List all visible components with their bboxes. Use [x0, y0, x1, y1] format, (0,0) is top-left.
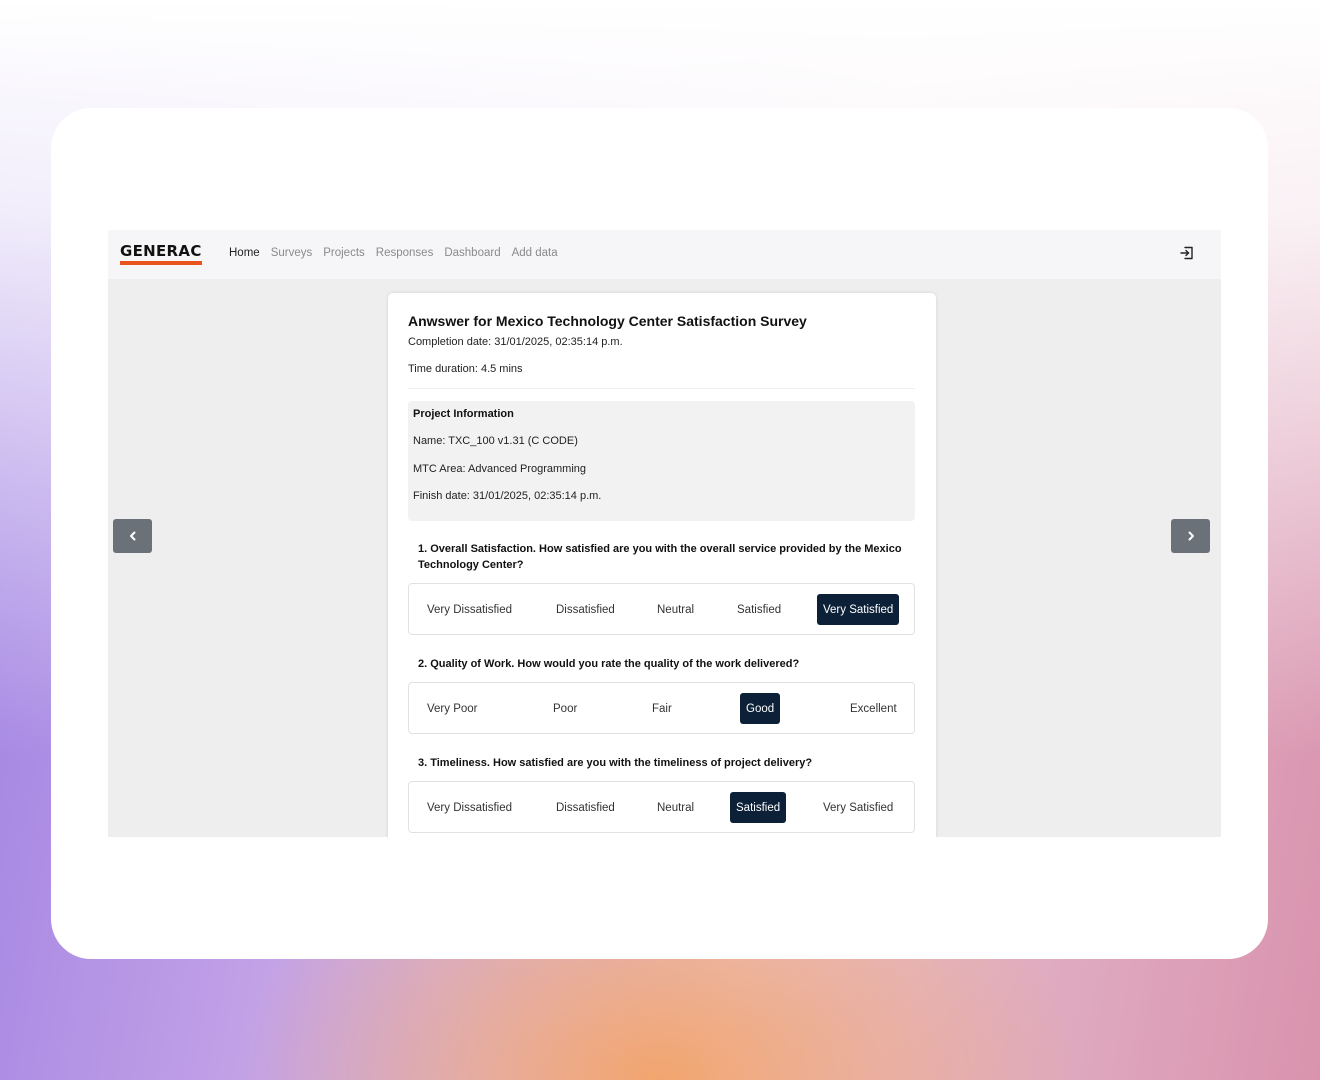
nav-home[interactable]: Home	[229, 247, 260, 259]
q1-option-very-satisfied[interactable]: Very Satisfied	[817, 594, 900, 625]
next-button[interactable]	[1171, 519, 1210, 553]
logo-underline	[120, 261, 202, 265]
project-information: Project Information Name: TXC_100 v1.31 …	[408, 401, 915, 521]
project-finish-date: Finish date: 31/01/2025, 02:35:14 p.m.	[413, 490, 602, 502]
navbar: GENERAC Home Surveys Projects Responses …	[108, 230, 1221, 279]
prev-button[interactable]	[113, 519, 152, 553]
nav-links: Home Surveys Projects Responses Dashboar…	[229, 247, 569, 259]
q2-option-good[interactable]: Good	[740, 693, 781, 724]
nav-dashboard[interactable]: Dashboard	[444, 247, 500, 259]
completion-date: Completion date: 31/01/2025, 02:35:14 p.…	[408, 336, 623, 348]
q1-option-neutral[interactable]: Neutral	[651, 594, 700, 625]
page-title: Anwswer for Mexico Technology Center Sat…	[408, 313, 807, 329]
nav-projects[interactable]: Projects	[323, 247, 365, 259]
q3-option-very-dissatisfied[interactable]: Very Dissatisfied	[421, 792, 518, 823]
app-window: GENERAC Home Surveys Projects Responses …	[108, 230, 1221, 837]
question-1: 1. Overall Satisfaction. How satisfied a…	[418, 543, 902, 571]
logout-icon[interactable]	[1179, 245, 1195, 261]
q1-option-dissatisfied[interactable]: Dissatisfied	[550, 594, 621, 625]
project-heading: Project Information	[413, 408, 514, 420]
question-3-options: Very Dissatisfied Dissatisfied Neutral S…	[408, 781, 915, 833]
question-1-options: Very Dissatisfied Dissatisfied Neutral S…	[408, 583, 915, 635]
nav-surveys[interactable]: Surveys	[271, 247, 313, 259]
nav-add-data[interactable]: Add data	[512, 247, 558, 259]
project-name: Name: TXC_100 v1.31 (C CODE)	[413, 435, 578, 447]
question-2-options: Very Poor Poor Fair Good Excellent	[408, 682, 915, 734]
question-3: 3. Timeliness. How satisfied are you wit…	[418, 757, 813, 769]
q1-option-very-dissatisfied[interactable]: Very Dissatisfied	[421, 594, 518, 625]
q3-option-very-satisfied[interactable]: Very Satisfied	[817, 792, 899, 823]
divider	[408, 388, 915, 389]
time-duration: Time duration: 4.5 mins	[408, 363, 523, 375]
generac-logo[interactable]: GENERAC	[120, 243, 206, 265]
q2-option-poor[interactable]: Poor	[547, 693, 583, 724]
q3-option-satisfied[interactable]: Satisfied	[730, 792, 787, 823]
q3-option-neutral[interactable]: Neutral	[651, 792, 700, 823]
chevron-right-icon	[1188, 531, 1194, 541]
q2-option-very-poor[interactable]: Very Poor	[421, 693, 484, 724]
q2-option-excellent[interactable]: Excellent	[844, 693, 903, 724]
q3-option-dissatisfied[interactable]: Dissatisfied	[550, 792, 621, 823]
survey-answer-panel: Anwswer for Mexico Technology Center Sat…	[388, 293, 936, 837]
logo-text: GENERAC	[120, 242, 202, 260]
q2-option-fair[interactable]: Fair	[646, 693, 678, 724]
question-2: 2. Quality of Work. How would you rate t…	[418, 658, 800, 670]
q1-option-satisfied[interactable]: Satisfied	[731, 594, 787, 625]
chevron-left-icon	[129, 531, 135, 541]
nav-responses[interactable]: Responses	[376, 247, 434, 259]
project-area: MTC Area: Advanced Programming	[413, 463, 587, 475]
